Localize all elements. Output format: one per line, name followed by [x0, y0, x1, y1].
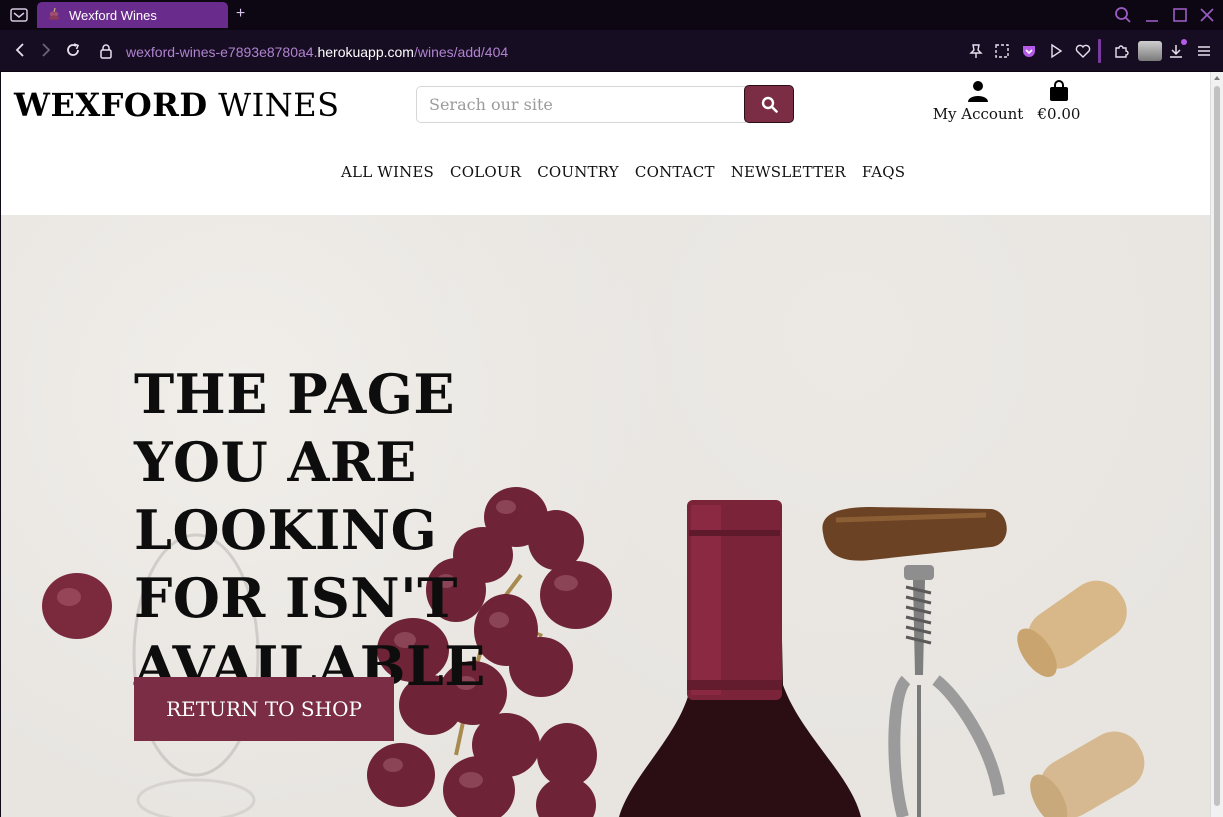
nav-faqs[interactable]: FAQS	[862, 163, 905, 181]
shopping-bag-link[interactable]: €0.00	[1031, 80, 1087, 123]
grapes-favicon-icon	[49, 7, 59, 20]
extensions-icon[interactable]	[1113, 43, 1129, 59]
forward-arrow-icon[interactable]	[38, 42, 54, 58]
site-logo[interactable]: WEXFORD WINES	[14, 86, 340, 124]
url-host: herokuapp.com	[317, 44, 414, 60]
url-path: /wines/add/404	[413, 44, 509, 60]
web-page: WEXFORD WINES My Account €0.00 ALL WINES…	[1, 72, 1210, 817]
pocket-icon[interactable]	[1021, 43, 1037, 59]
user-icon	[968, 81, 988, 102]
url-text[interactable]: wexford-wines-e7893e8780a4.herokuapp.com…	[126, 44, 508, 60]
search-icon	[761, 96, 778, 113]
scrollbar-thumb[interactable]	[1214, 86, 1220, 806]
heart-icon[interactable]	[1075, 43, 1091, 59]
back-arrow-icon[interactable]	[12, 42, 28, 58]
nav-country[interactable]: COUNTRY	[537, 163, 619, 181]
browser-tab-active[interactable]: Wexford Wines	[37, 2, 228, 28]
reload-icon[interactable]	[65, 42, 81, 58]
return-to-shop-button[interactable]: RETURN TO SHOP	[134, 677, 394, 741]
url-prefix: wexford-wines-e7893e8780a4.	[126, 44, 318, 60]
maximize-icon[interactable]	[1171, 6, 1189, 24]
account-label: My Account	[932, 105, 1024, 123]
nav-all-wines[interactable]: ALL WINES	[341, 163, 434, 181]
brand-rest: WINES	[207, 86, 340, 124]
my-account-link[interactable]: My Account	[929, 80, 1027, 123]
shopping-bag-icon	[1050, 80, 1068, 101]
tab-title: Wexford Wines	[69, 8, 157, 23]
hero-section: THE PAGE YOU ARE LOOKING FOR ISN'T AVAIL…	[1, 215, 1210, 817]
pin-icon[interactable]	[968, 43, 984, 59]
download-icon[interactable]	[1168, 43, 1184, 59]
minimize-icon[interactable]	[1143, 6, 1161, 24]
nav-colour[interactable]: COLOUR	[450, 163, 521, 181]
screenshot-icon[interactable]	[994, 43, 1010, 59]
browser-tab-bar: Wexford Wines +	[0, 0, 1223, 30]
download-badge	[1181, 39, 1187, 45]
play-icon[interactable]	[1048, 43, 1064, 59]
brand-bold: WEXFORD	[14, 86, 208, 124]
nav-newsletter[interactable]: NEWSLETTER	[731, 163, 846, 181]
search-tabs-icon[interactable]	[1114, 6, 1132, 24]
scroll-up-icon[interactable]	[1214, 76, 1220, 80]
address-bar: wexford-wines-e7893e8780a4.herokuapp.com…	[0, 30, 1223, 72]
nav-contact[interactable]: CONTACT	[635, 163, 715, 181]
profile-avatar[interactable]	[1138, 41, 1162, 61]
error-headline: THE PAGE YOU ARE LOOKING FOR ISN'T AVAIL…	[134, 362, 486, 698]
lock-icon[interactable]	[99, 43, 113, 59]
main-navigation: ALL WINES COLOUR COUNTRY CONTACT NEWSLET…	[341, 163, 905, 181]
search-input[interactable]	[416, 86, 746, 123]
new-tab-button[interactable]: +	[232, 6, 249, 23]
close-window-icon[interactable]	[1198, 6, 1216, 24]
toolbar-separator	[1098, 39, 1101, 63]
menu-icon[interactable]	[1196, 43, 1212, 59]
bag-total: €0.00	[1037, 105, 1081, 123]
tab-sidebar-icon[interactable]	[10, 7, 28, 23]
search-button[interactable]	[744, 85, 794, 123]
page-scrollbar[interactable]	[1210, 72, 1223, 817]
